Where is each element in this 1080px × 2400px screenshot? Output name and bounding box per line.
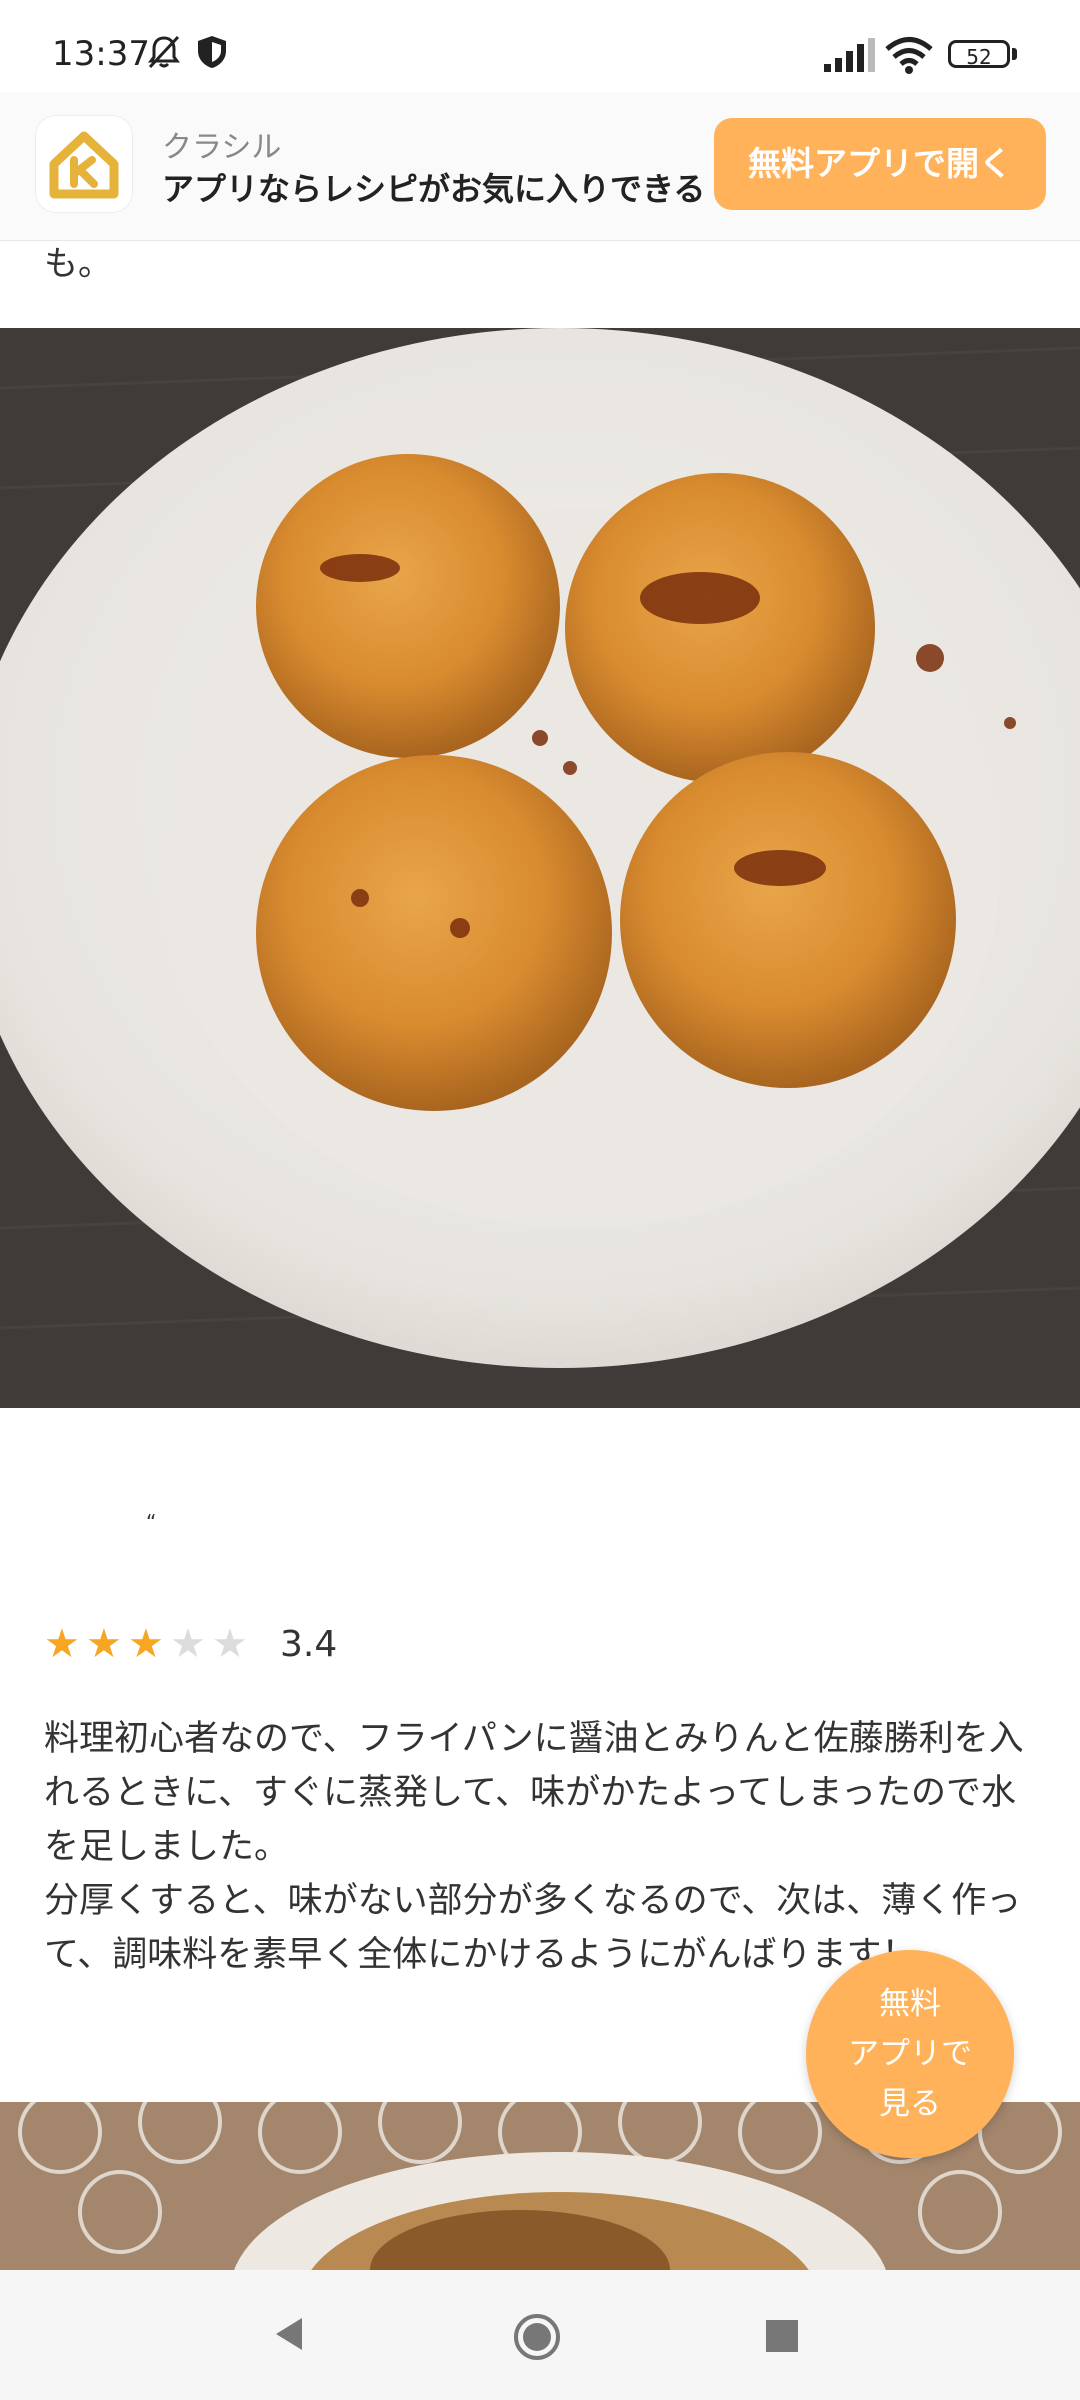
app-tagline: アプリならレシピがお気に入りできる xyxy=(162,170,706,208)
status-bar: 13:37 52 xyxy=(0,0,1080,92)
fab-label-line3: 見る xyxy=(879,2086,941,2122)
battery-icon: 52 xyxy=(948,40,1010,69)
app-install-banner: クラシル アプリならレシピがお気に入りできる 無料アプリで開く xyxy=(0,92,1080,241)
star-filled-icon: ★ xyxy=(44,1621,80,1667)
view-in-app-fab[interactable]: 無料 アプリで 見る xyxy=(806,1950,1014,2158)
home-icon[interactable] xyxy=(512,2312,562,2366)
quote-mark: “ xyxy=(146,1510,157,1534)
open-in-app-button[interactable]: 無料アプリで開く xyxy=(714,118,1046,210)
review-text: 料理初心者なので、フライパンに醤油とみりんと佐藤勝利を入れるときに、すぐに蒸発し… xyxy=(44,1719,1024,1975)
star-empty-icon: ★ xyxy=(212,1621,248,1667)
review-photo[interactable] xyxy=(0,328,1080,1408)
back-icon[interactable] xyxy=(270,2314,310,2358)
wifi-icon xyxy=(884,36,934,78)
fab-label-line1: 無料 xyxy=(879,1986,941,2022)
star-empty-icon: ★ xyxy=(170,1621,206,1667)
star-filled-icon: ★ xyxy=(86,1621,122,1667)
status-time: 13:37 xyxy=(52,34,150,74)
recents-icon[interactable] xyxy=(764,2318,800,2358)
app-name: クラシル xyxy=(162,130,282,165)
signal-icon xyxy=(824,38,876,76)
star-filled-icon: ★ xyxy=(128,1621,164,1667)
system-nav-bar xyxy=(0,2270,1080,2400)
shield-icon xyxy=(196,34,228,74)
fab-label-line2: アプリで xyxy=(848,2036,972,2072)
bell-off-icon xyxy=(146,34,182,74)
kurashiru-logo-icon xyxy=(36,116,132,212)
rating-value: 3.4 xyxy=(280,1624,338,1665)
previous-review-text-tail: も。 xyxy=(44,244,112,284)
battery-cap xyxy=(1012,48,1017,60)
